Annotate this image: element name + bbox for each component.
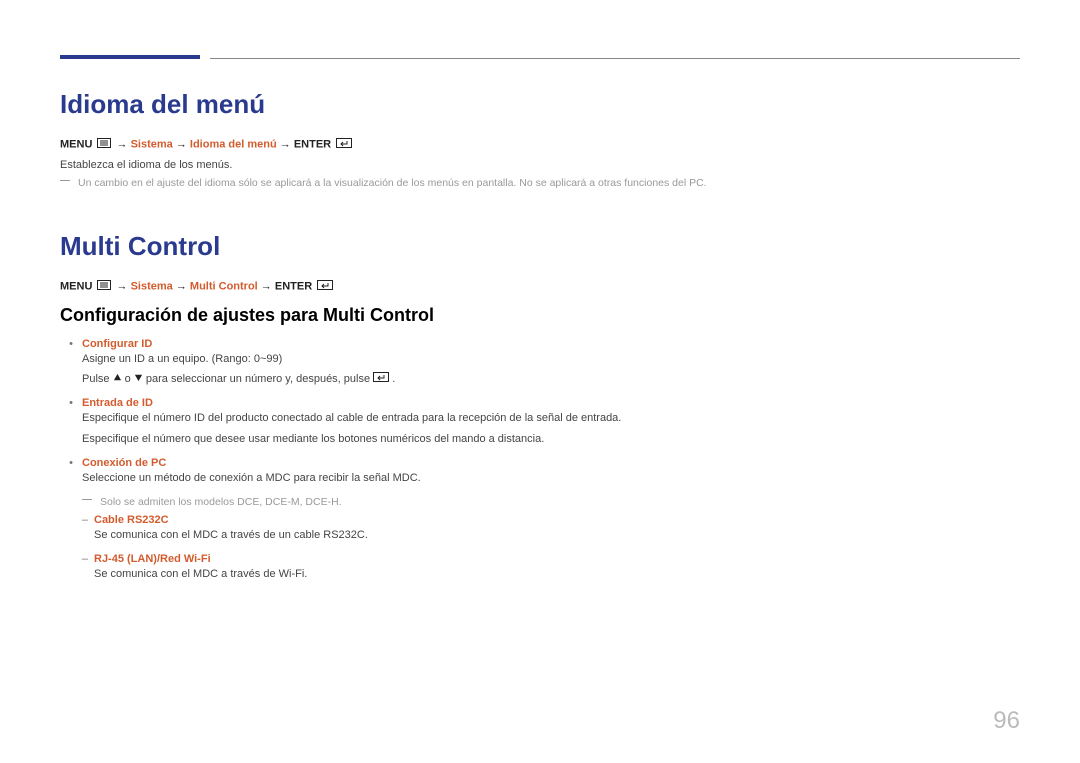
enter-icon: [317, 280, 333, 293]
subitem-title: RJ-45 (LAN)/Red Wi-Fi: [94, 553, 1020, 565]
header-thin-rule: [210, 58, 1020, 59]
nav-path-idioma: MENU → Sistema → Idioma del menú → ENTER: [60, 138, 1020, 151]
enter-icon: [373, 373, 392, 385]
header-accent-bar: [60, 55, 200, 59]
nav-arrow: →: [261, 280, 272, 292]
note-conexion: Solo se admiten los modelos DCE, DCE-M, …: [82, 496, 1020, 508]
menu-icon: [97, 138, 111, 151]
nav-arrow: →: [117, 280, 128, 292]
section-multicontrol: Multi Control MENU → Sistema → Multi Con…: [60, 231, 1020, 588]
heading-idioma: Idioma del menú: [60, 89, 1020, 120]
item-title: Conexión de PC: [82, 457, 1020, 469]
page-number: 96: [993, 707, 1020, 735]
nav-path-multicontrol: MENU → Sistema → Multi Control → ENTER: [60, 280, 1020, 293]
body-idioma: Establezca el idioma de los menús.: [60, 159, 1020, 171]
subitem-title: Cable RS232C: [94, 514, 1020, 526]
subitem-body: Se comunica con el MDC a través de un ca…: [94, 528, 1020, 543]
dash-icon: ‒: [60, 553, 94, 588]
note-text: Un cambio en el ajuste del idioma sólo s…: [78, 177, 707, 191]
bullet-dot-icon: •: [60, 397, 82, 453]
bullet-dot-icon: •: [60, 338, 82, 394]
dash-icon: ‒: [60, 514, 94, 549]
item-body: Seleccione un método de conexión a MDC p…: [82, 471, 1020, 486]
list-item: • Conexión de PC Seleccione un método de…: [60, 457, 1020, 492]
text: para seleccionar un número y, después, p…: [146, 373, 373, 385]
nav-sistema: Sistema: [131, 280, 173, 292]
list-item: • Configurar ID Asigne un ID a un equipo…: [60, 338, 1020, 394]
enter-icon: [336, 138, 352, 151]
note-text: Solo se admiten los modelos DCE, DCE-M, …: [100, 496, 342, 508]
menu-icon: [97, 280, 111, 293]
text: o: [125, 373, 134, 385]
nav-menu-label: MENU: [60, 138, 92, 150]
up-triangle-icon: [113, 373, 122, 385]
nav-arrow: →: [280, 138, 291, 150]
item-body: Especifique el número ID del producto co…: [82, 411, 1020, 426]
text: .: [392, 373, 395, 385]
nav-page: Multi Control: [190, 280, 258, 292]
item-title: Entrada de ID: [82, 397, 1020, 409]
down-triangle-icon: [134, 373, 143, 385]
list-item: ‒ RJ-45 (LAN)/Red Wi-Fi Se comunica con …: [60, 553, 1020, 588]
note-marker-icon: [60, 180, 70, 184]
bullet-dot-icon: •: [60, 457, 82, 492]
list-item: ‒ Cable RS232C Se comunica con el MDC a …: [60, 514, 1020, 549]
list-item: • Entrada de ID Especifique el número ID…: [60, 397, 1020, 453]
nav-enter-label: ENTER: [294, 138, 331, 150]
item-body: Pulse o para seleccionar un número y, de…: [82, 372, 1020, 387]
nav-enter-label: ENTER: [275, 280, 312, 292]
note-idioma: Un cambio en el ajuste del idioma sólo s…: [60, 177, 1020, 191]
nav-arrow: →: [176, 280, 187, 292]
section-idioma: Idioma del menú MENU → Sistema → Idioma …: [60, 89, 1020, 191]
item-body: Asigne un ID a un equipo. (Rango: 0~99): [82, 352, 1020, 367]
item-body: Especifique el número que desee usar med…: [82, 432, 1020, 447]
text: Pulse: [82, 373, 113, 385]
nav-page: Idioma del menú: [190, 138, 277, 150]
header-rule: [60, 55, 1020, 59]
nav-arrow: →: [176, 138, 187, 150]
heading-multicontrol: Multi Control: [60, 231, 1020, 262]
nav-menu-label: MENU: [60, 280, 92, 292]
subheading-config: Configuración de ajustes para Multi Cont…: [60, 305, 1020, 326]
item-title: Configurar ID: [82, 338, 1020, 350]
nav-arrow: →: [117, 138, 128, 150]
note-marker-icon: [82, 499, 92, 503]
nav-sistema: Sistema: [131, 138, 173, 150]
subitem-body: Se comunica con el MDC a través de Wi-Fi…: [94, 567, 1020, 582]
